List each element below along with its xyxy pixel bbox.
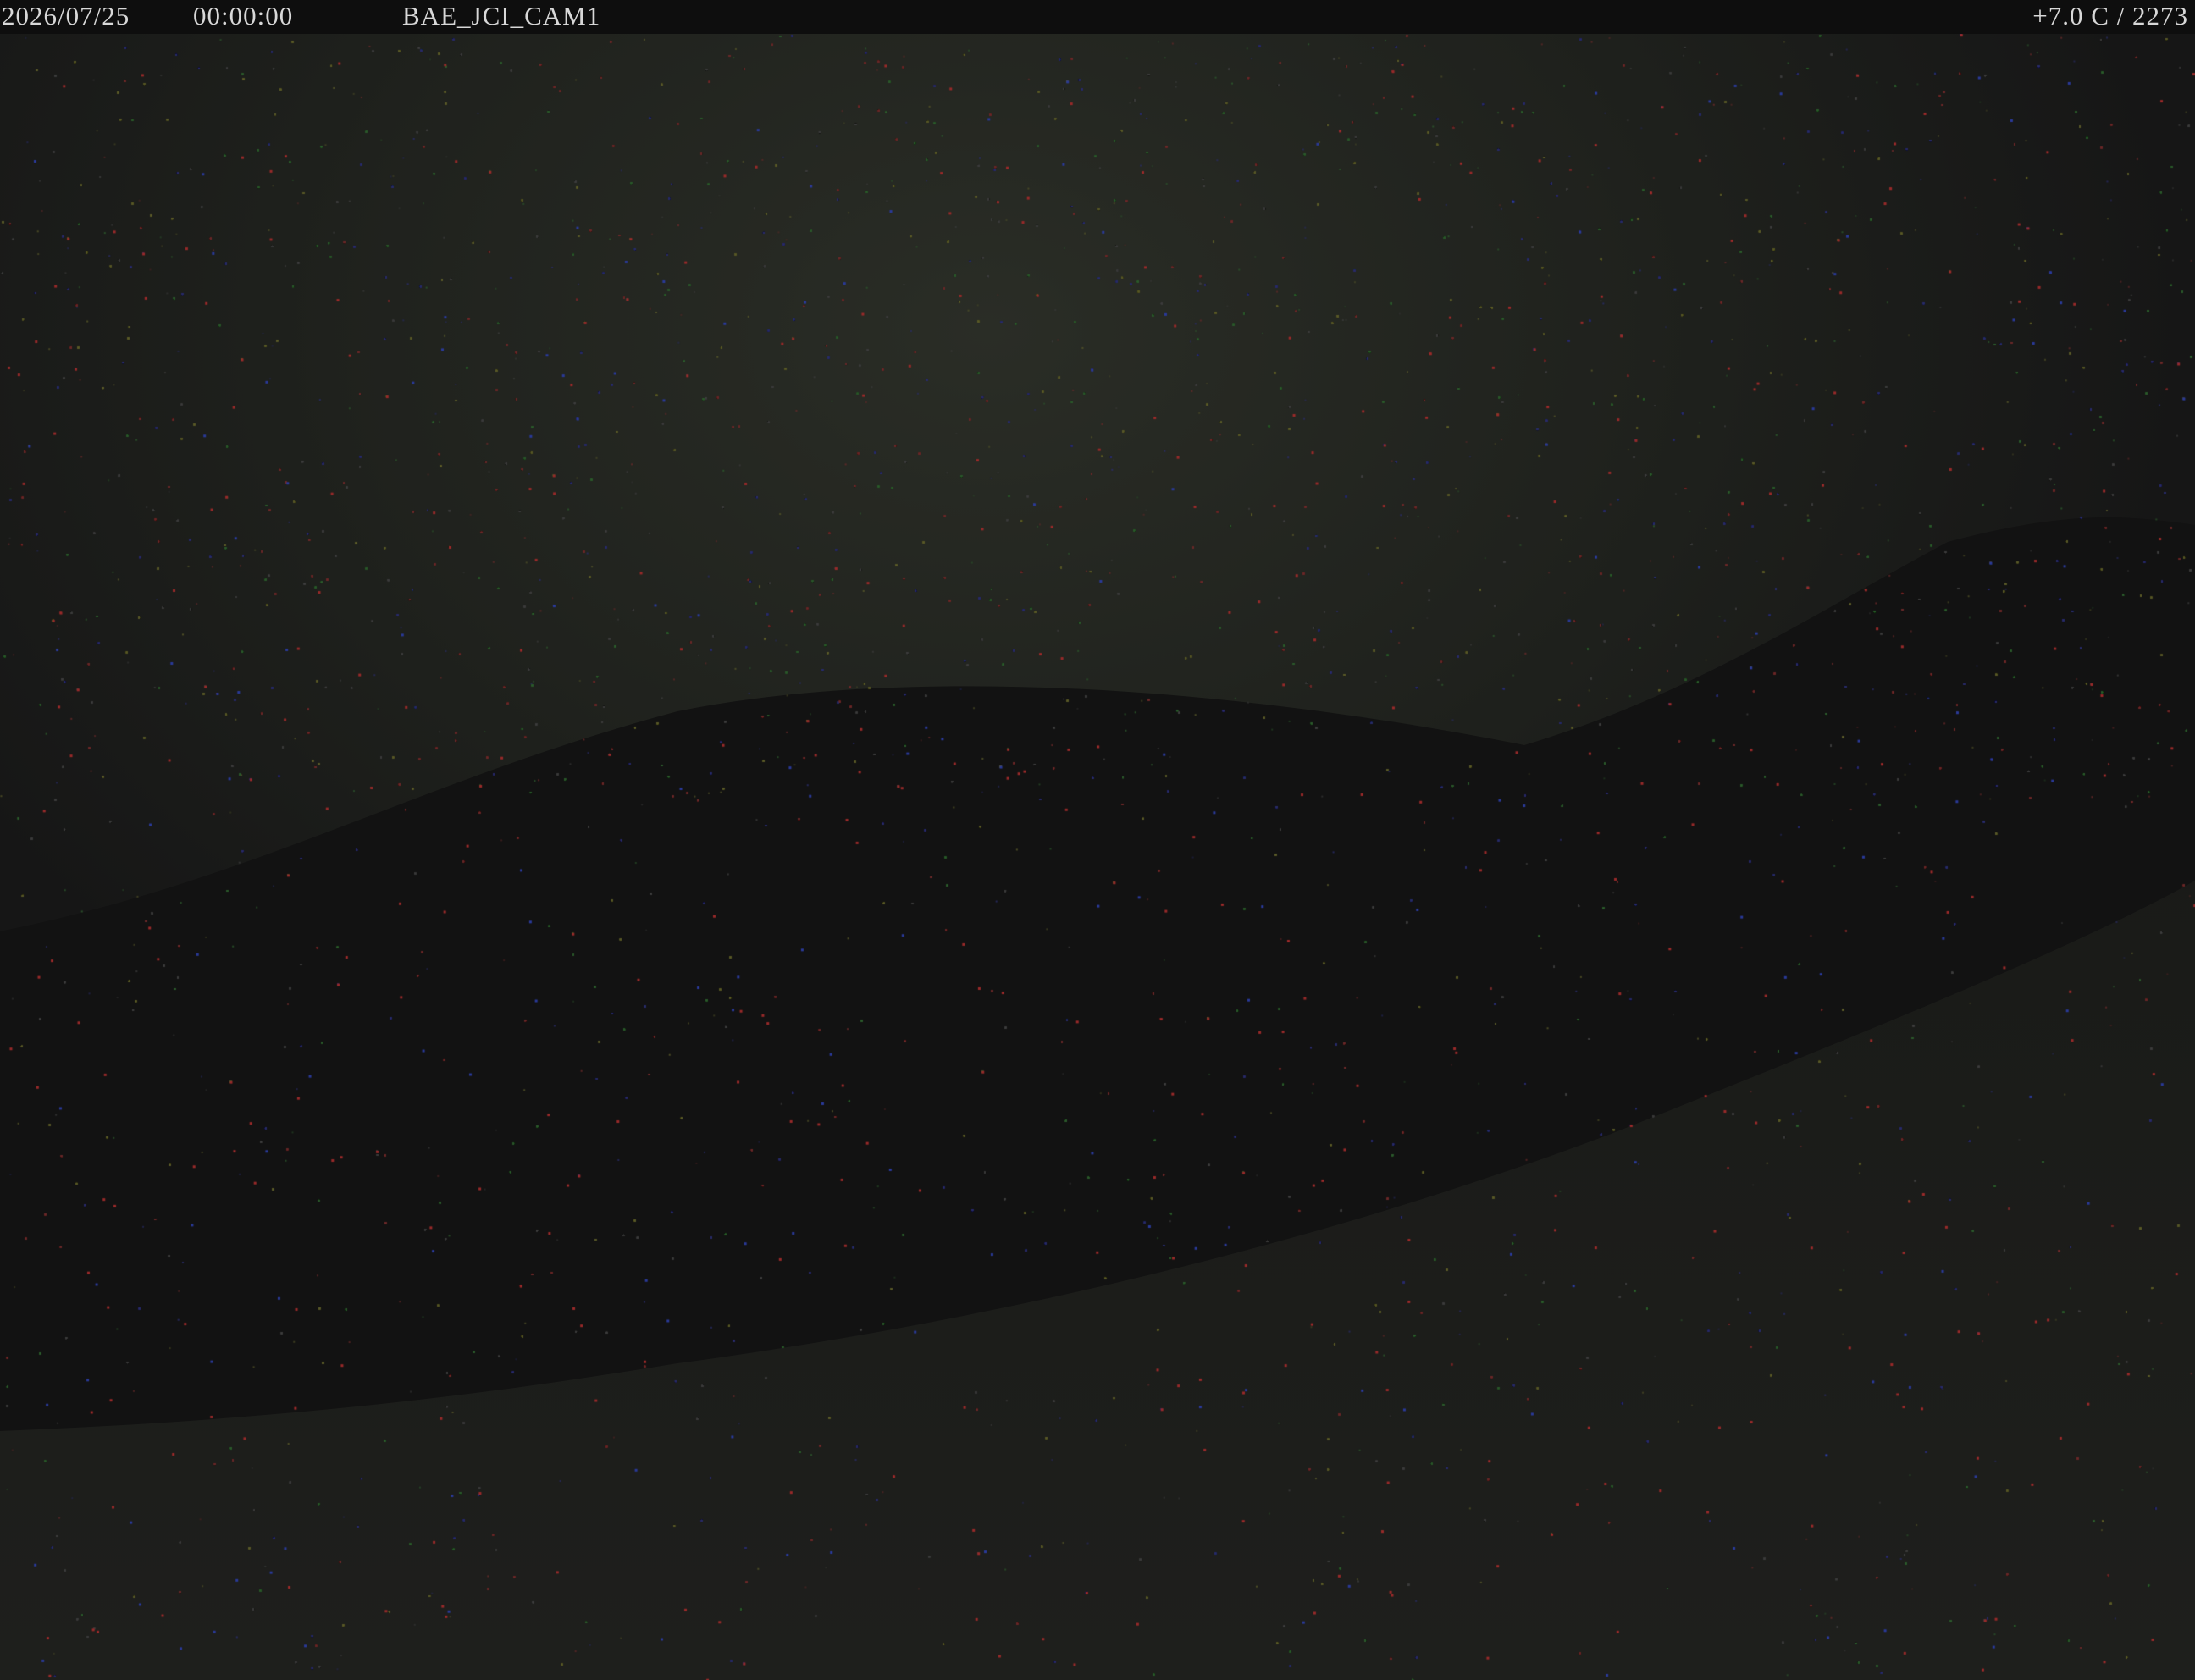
night-landscape-image bbox=[0, 34, 2195, 1680]
temperature-label: +7.0 C / 2273 bbox=[2032, 1, 2188, 30]
camera-id-label: BAE_JCI_CAM1 bbox=[402, 1, 601, 30]
webcam-frame: 2026/07/25 00:00:00 BAE_JCI_CAM1 +7.0 C … bbox=[0, 0, 2195, 1680]
timestamp-overlay-bar: 2026/07/25 00:00:00 BAE_JCI_CAM1 +7.0 C … bbox=[0, 0, 2195, 34]
time-label: 00:00:00 bbox=[193, 1, 294, 30]
date-label: 2026/07/25 bbox=[2, 1, 130, 30]
